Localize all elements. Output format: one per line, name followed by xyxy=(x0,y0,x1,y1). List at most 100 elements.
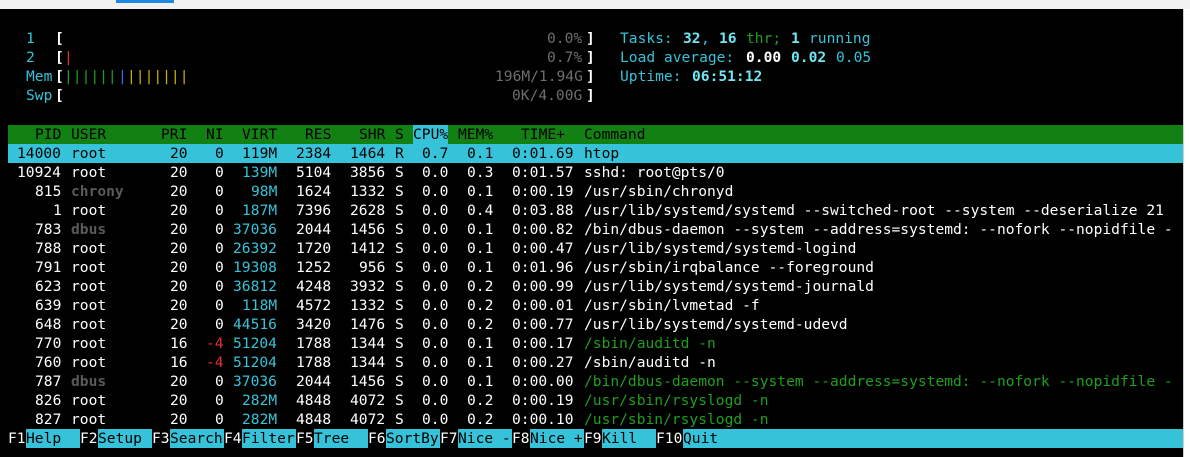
cell-pri: 20 xyxy=(170,392,188,409)
table-row[interactable]: 770 root 16 -4 51204 1788 1344 S 0.0 0.1 0:00.17/s… xyxy=(0,334,1183,353)
cell-shr: 1344 xyxy=(350,335,386,352)
col-command[interactable]: Command xyxy=(584,125,646,144)
cell-time: 0:00.10 xyxy=(512,411,574,428)
col-res[interactable]: RES xyxy=(305,125,331,144)
f6-sortby-button[interactable]: SortBy xyxy=(386,429,440,448)
col-shr[interactable]: SHR xyxy=(359,125,385,144)
cell-time: 0:00.19 xyxy=(512,183,574,200)
vertical-scrollbar[interactable] xyxy=(1183,9,1190,457)
col-s[interactable]: S xyxy=(395,125,404,144)
table-row[interactable]: 1 root 20 0 187M 7396 2628 S 0.0 0.4 0:03.88/usr/l… xyxy=(0,201,1183,220)
cell-s: S xyxy=(395,354,404,371)
cell-virt: 119M xyxy=(242,145,278,162)
running-count: 1 xyxy=(791,30,800,47)
uptime-line: Uptime: 06:51:12 xyxy=(0,67,762,86)
cell-pri: 20 xyxy=(170,316,188,333)
col-ni[interactable]: NI xyxy=(206,125,224,144)
table-row[interactable]: 760 root 16 -4 51204 1788 1344 S 0.0 0.1 0:00.27/s… xyxy=(0,353,1183,372)
active-tab-indicator xyxy=(116,0,174,3)
cell-ni: 0 xyxy=(215,221,224,238)
load-label: Load average: xyxy=(620,49,735,66)
cell-user: root xyxy=(71,316,107,333)
cell-res: 2384 xyxy=(296,145,332,162)
cell-s: S xyxy=(395,392,404,409)
mem-bar-used: |||||| xyxy=(64,68,117,85)
table-row[interactable]: 827 root 20 0 282M 4848 4072 S 0.0 0.2 0:00.10/usr… xyxy=(0,410,1183,429)
f5-tree-button[interactable]: Tree xyxy=(314,429,368,448)
cell-shr: 4072 xyxy=(350,392,386,409)
table-row[interactable]: 623 root 20 0 36812 4248 3932 S 0.0 0.2 0:00.99/us… xyxy=(0,277,1183,296)
cell-virt: 187M xyxy=(242,202,278,219)
col-time[interactable]: TIME+ xyxy=(521,125,565,144)
cell-pid: 827 xyxy=(35,411,62,428)
table-row[interactable]: 639 root 20 0 118M 4572 1332 S 0.0 0.2 0:00.01/usr… xyxy=(0,296,1183,315)
f1-help-button[interactable]: Help xyxy=(26,429,80,448)
cell-user: root xyxy=(71,202,107,219)
table-row[interactable]: 788 root 20 0 26392 1720 1412 S 0.0 0.1 0:00.47/us… xyxy=(0,239,1183,258)
swp-bracket-close: ] xyxy=(586,87,595,104)
cell-user: root xyxy=(71,335,107,352)
cell-cpu: 0.0 xyxy=(422,297,449,314)
cell-user: root xyxy=(71,297,107,314)
col-cpu[interactable]: CPU% xyxy=(413,125,449,144)
col-mem[interactable]: MEM% xyxy=(458,125,493,144)
col-user[interactable]: USER xyxy=(71,125,106,144)
cell-virt: 282M xyxy=(242,411,278,428)
f2-setup-button[interactable]: Setup xyxy=(98,429,152,448)
cell-shr: 1456 xyxy=(350,373,386,390)
table-row[interactable]: 648 root 20 0 44516 3420 1476 S 0.0 0.2 0:00.77/us… xyxy=(0,315,1183,334)
cell-cmd: sshd: root@pts/0 xyxy=(584,164,725,181)
cell-s: S xyxy=(395,259,404,276)
cell-pid: 1 xyxy=(53,202,62,219)
cell-user: dbus xyxy=(71,373,107,390)
cell-cpu: 0.0 xyxy=(422,354,449,371)
cpu2-value: 0.7% xyxy=(547,49,583,66)
f4-key: F4 xyxy=(224,430,242,447)
cell-shr: 956 xyxy=(359,259,386,276)
cell-mem: 0.1 xyxy=(467,183,494,200)
uptime-value: 06:51:12 xyxy=(692,68,763,85)
f10-key: F10 xyxy=(656,430,683,447)
uptime-label: Uptime: xyxy=(620,68,682,85)
cell-user: dbus xyxy=(71,221,107,238)
cell-s: S xyxy=(395,335,404,352)
table-row[interactable]: 815 chrony 20 0 98M 1624 1332 S 0.0 0.1 0:00.19/us… xyxy=(0,182,1183,201)
f10-quit-button[interactable]: Quit xyxy=(683,429,1183,448)
cell-pid: 623 xyxy=(35,278,62,295)
cell-res: 2044 xyxy=(296,221,332,238)
cell-pri: 20 xyxy=(170,411,188,428)
cell-res: 7396 xyxy=(296,202,332,219)
process-table-header[interactable]: PID USER PRI NI VIRT RES SHR S CPU% MEM%… xyxy=(8,125,1183,144)
table-row[interactable]: 14000 root 20 0 119M 2384 1464 R 0.7 0.1 0:01.69 ht… xyxy=(0,144,1183,163)
table-row[interactable]: 787 dbus 20 0 37036 2044 1456 S 0.0 0.1 0:00.00/bi… xyxy=(0,372,1183,391)
f9-kill-button[interactable]: Kill xyxy=(602,429,656,448)
col-virt[interactable]: VIRT xyxy=(242,125,277,144)
col-pid[interactable]: PID xyxy=(35,125,61,144)
f3-search-button[interactable]: Search xyxy=(170,429,224,448)
table-row[interactable]: 783 dbus 20 0 37036 2044 1456 S 0.0 0.1 0:00.82/bi… xyxy=(0,220,1183,239)
f7-nice-minus-button[interactable]: Nice - xyxy=(458,429,512,448)
table-row[interactable]: 826 root 20 0 282M 4848 4072 S 0.0 0.2 0:00.19/usr… xyxy=(0,391,1183,410)
mem-bracket-close: ] xyxy=(586,68,595,85)
table-row[interactable]: 10924 root 20 0 139M 5104 3856 S 0.0 0.3 0:01.57 ss… xyxy=(0,163,1183,182)
f8-nice-plus-button[interactable]: Nice + xyxy=(530,429,584,448)
cell-user: chrony xyxy=(71,183,124,200)
htop-terminal[interactable]: 1 [ 0.0% ] 2 [ | 0.7% ] Mem [ |||||| | |… xyxy=(0,9,1183,457)
cell-shr: 1456 xyxy=(350,221,386,238)
cell-cmd: /usr/lib/systemd/systemd-udevd xyxy=(584,316,848,333)
running-label: running xyxy=(809,30,871,47)
f9-key: F9 xyxy=(584,430,602,447)
cell-time: 0:01.57 xyxy=(512,164,574,181)
cell-ni: 0 xyxy=(215,164,224,181)
cpu2-bar: | xyxy=(64,49,73,66)
cell-cmd: /usr/sbin/lvmetad -f xyxy=(584,297,760,314)
cell-pri: 20 xyxy=(170,221,188,238)
cell-pid: 787 xyxy=(35,373,62,390)
f4-filter-button[interactable]: Filter xyxy=(242,429,296,448)
cell-cmd: /sbin/auditd -n xyxy=(584,354,716,371)
cell-ni: 0 xyxy=(215,240,224,257)
col-pri[interactable]: PRI xyxy=(161,125,187,144)
table-row[interactable]: 791 root 20 0 19308 1252 956 S 0.0 0.1 0:01.96/usr… xyxy=(0,258,1183,277)
cell-pri: 20 xyxy=(170,202,188,219)
cell-ni: 0 xyxy=(215,373,224,390)
